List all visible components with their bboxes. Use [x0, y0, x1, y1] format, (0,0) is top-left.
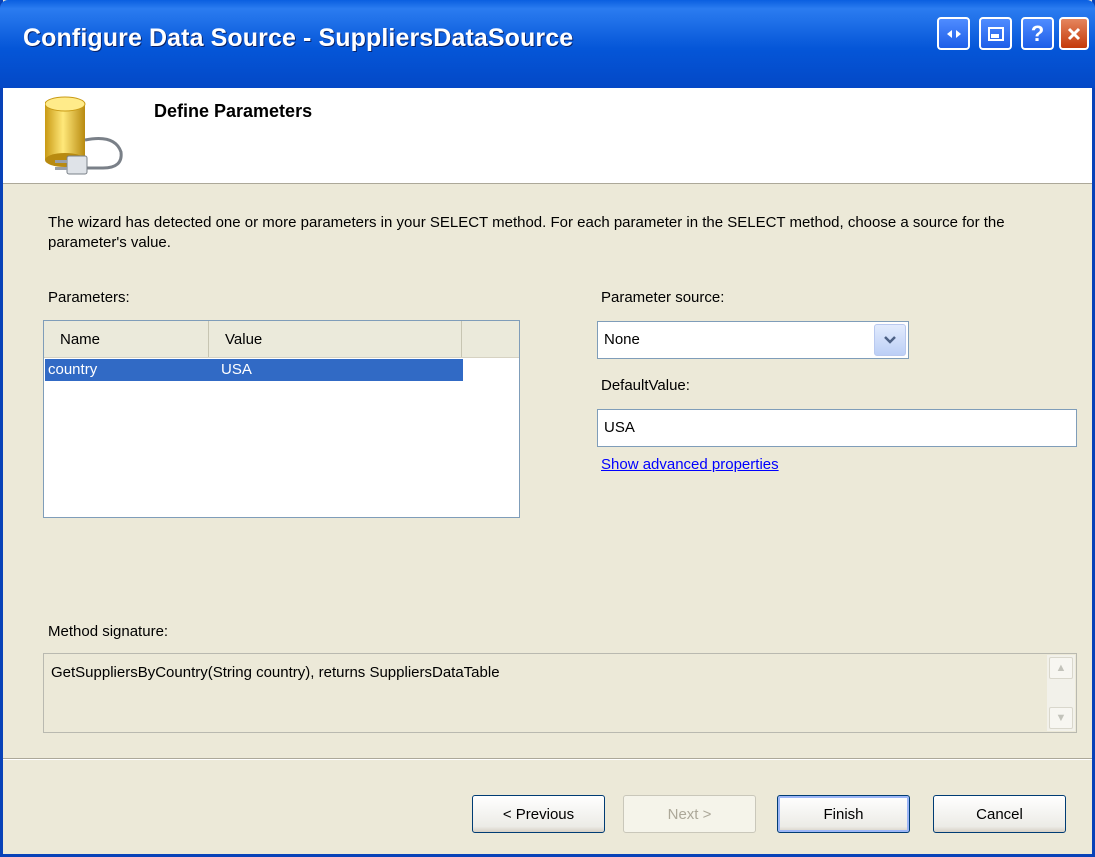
help-icon[interactable]: ?: [1021, 17, 1054, 50]
dialog-window: Configure Data Source - SuppliersDataSou…: [0, 0, 1095, 857]
footer-divider: [3, 758, 1092, 760]
title-bar[interactable]: Configure Data Source - SuppliersDataSou…: [0, 0, 1095, 88]
list-header: Name Value: [44, 321, 519, 358]
method-signature-text: GetSuppliersByCountry(String country), r…: [51, 664, 500, 681]
intro-text: The wizard has detected one or more para…: [48, 214, 1005, 251]
previous-button[interactable]: < Previous: [472, 795, 605, 833]
default-value-text: USA: [604, 419, 635, 436]
page-title: Define Parameters: [154, 101, 313, 121]
database-plug-icon: [44, 94, 135, 180]
finish-button[interactable]: Finish: [777, 795, 910, 833]
window-title: Configure Data Source - SuppliersDataSou…: [23, 24, 574, 52]
method-signature-label: Method signature:: [48, 623, 169, 640]
close-icon[interactable]: [1059, 17, 1089, 50]
restore-icon[interactable]: [937, 17, 970, 50]
method-signature-box[interactable]: GetSuppliersByCountry(String country), r…: [43, 653, 1077, 733]
parameter-source-value: None: [604, 331, 640, 348]
show-advanced-properties-link[interactable]: Show advanced properties: [601, 456, 779, 473]
scroll-down-icon[interactable]: ▼: [1049, 707, 1073, 729]
column-header-value[interactable]: Value: [209, 321, 462, 357]
next-button[interactable]: Next >: [623, 795, 756, 833]
chevron-down-icon[interactable]: [874, 324, 906, 356]
default-value-label: DefaultValue:: [601, 377, 690, 394]
table-row[interactable]: country USA: [45, 359, 463, 381]
wizard-header: Define Parameters: [3, 88, 1092, 184]
minimize-icon[interactable]: [979, 17, 1012, 50]
parameter-source-label: Parameter source:: [601, 289, 725, 306]
parameters-label: Parameters:: [48, 289, 130, 306]
scroll-up-icon[interactable]: ▲: [1049, 657, 1073, 679]
cancel-button[interactable]: Cancel: [933, 795, 1066, 833]
row-value-cell: USA: [221, 361, 252, 378]
row-name-cell: country: [48, 361, 98, 378]
parameters-list[interactable]: Name Value country USA: [43, 320, 520, 518]
scrollbar[interactable]: ▲ ▼: [1047, 655, 1075, 731]
default-value-input[interactable]: USA: [597, 409, 1077, 447]
parameter-source-select[interactable]: None: [597, 321, 909, 359]
column-header-name[interactable]: Name: [44, 321, 209, 357]
